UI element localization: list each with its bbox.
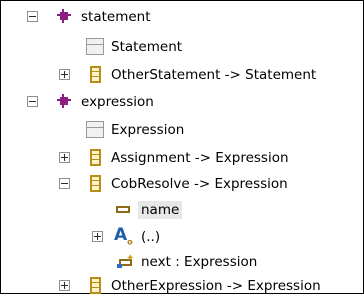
tree-node-operation[interactable]: Ao (..) (1, 224, 364, 250)
ereference-icon: ✦ (117, 254, 135, 268)
tree-node-label: statement (81, 9, 151, 25)
tree-node-label: Expression (111, 122, 185, 138)
tree-node-assignment[interactable]: Assignment -> Expression (1, 145, 364, 171)
abstract-class-icon (86, 121, 104, 138)
package-icon (57, 94, 71, 108)
tree-node-name-attribute[interactable]: name (1, 197, 364, 223)
eattribute-icon (116, 206, 130, 213)
collapse-toggle[interactable] (59, 178, 70, 189)
eclass-icon (90, 66, 101, 83)
eclass-icon (90, 175, 101, 192)
tree-node-label: Statement (111, 39, 183, 55)
tree-node-label: OtherExpression -> Expression (111, 278, 321, 294)
package-icon (57, 9, 71, 23)
expand-toggle[interactable] (92, 231, 103, 242)
collapse-toggle[interactable] (27, 96, 38, 107)
tree-node-label: next : Expression (141, 254, 258, 270)
expand-toggle[interactable] (59, 152, 70, 163)
expand-toggle[interactable] (59, 69, 70, 80)
tree-node-statement-package[interactable]: statement (1, 4, 364, 30)
tree-node-label: expression (81, 94, 154, 110)
model-tree-view: statement Statement OtherStatement -> St… (0, 0, 364, 294)
abstract-class-icon (86, 38, 104, 55)
eclass-icon (90, 277, 101, 294)
tree-node-label: OtherStatement -> Statement (111, 67, 317, 83)
tree-node-next-reference[interactable]: ✦ next : Expression (1, 249, 364, 275)
tree-node-label: Assignment -> Expression (111, 150, 289, 166)
tree-node-other-statement[interactable]: OtherStatement -> Statement (1, 62, 364, 88)
tree-node-cobresolve[interactable]: CobResolve -> Expression (1, 171, 364, 197)
tree-node-expression-class[interactable]: Expression (1, 117, 364, 143)
tree-node-label: name (138, 201, 183, 219)
tree-node-label: (..) (141, 229, 161, 245)
tree-node-other-expression[interactable]: OtherExpression -> Expression (1, 273, 364, 294)
eoperation-icon: Ao (114, 225, 133, 247)
tree-node-expression-package[interactable]: expression (1, 89, 364, 115)
eclass-icon (90, 149, 101, 166)
collapse-toggle[interactable] (27, 11, 38, 22)
expand-toggle[interactable] (59, 280, 70, 291)
tree-node-statement-class[interactable]: Statement (1, 34, 364, 60)
tree-node-label: CobResolve -> Expression (111, 176, 288, 192)
